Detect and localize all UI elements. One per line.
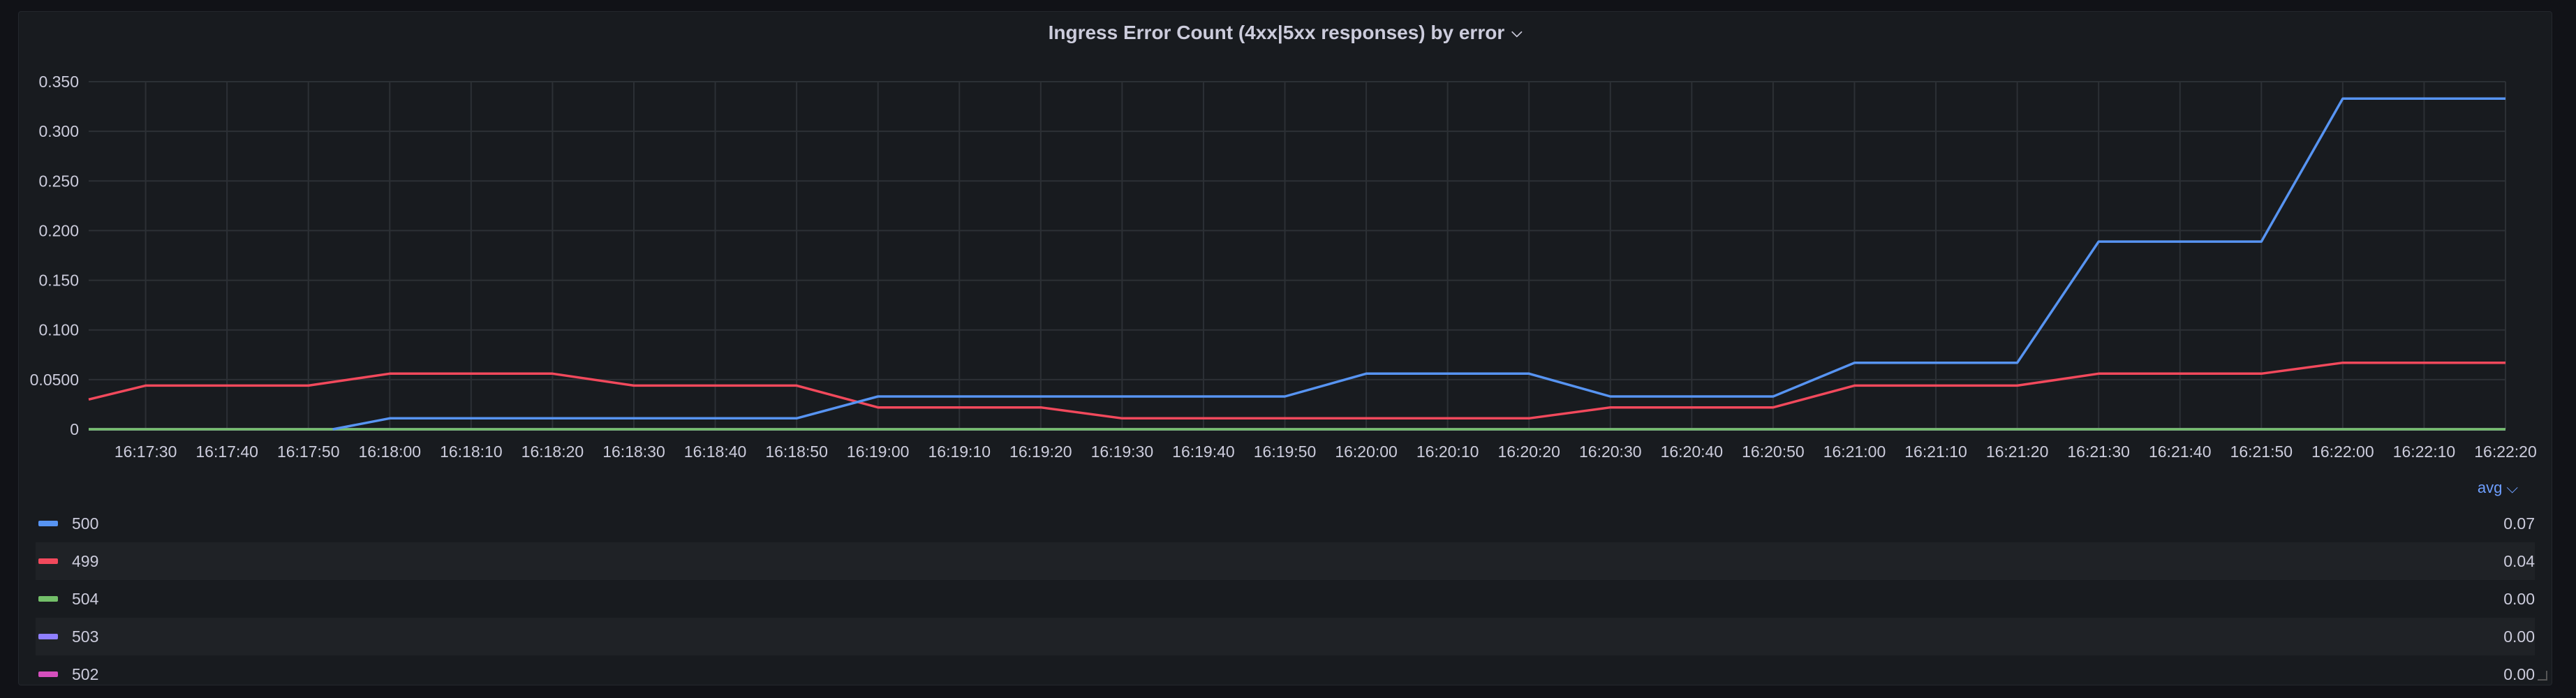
x-tick-label: 16:20:10 (1416, 443, 1479, 461)
x-tick-label: 16:18:40 (684, 443, 747, 461)
panel-resize-handle[interactable] (2538, 671, 2547, 681)
y-tick-label: 0.300 (38, 122, 79, 140)
chevron-down-icon: ⌵ (2506, 479, 2518, 496)
x-tick-label: 16:21:50 (2230, 443, 2293, 461)
legend-series-avg: 0.00 (2503, 589, 2535, 608)
series-color-swatch[interactable] (38, 521, 58, 526)
legend-series-name[interactable]: 502 (72, 665, 98, 684)
x-tick-label: 16:20:20 (1497, 443, 1560, 461)
legend-item[interactable]: 499 0.04 (36, 542, 2535, 580)
x-tick-label: 16:22:20 (2474, 443, 2537, 461)
x-tick-label: 16:19:10 (928, 443, 991, 461)
series-color-swatch[interactable] (38, 558, 58, 564)
series-color-swatch[interactable] (38, 671, 58, 677)
y-tick-label: 0.100 (38, 321, 79, 339)
legend-sort-header[interactable]: avg ⌵ (2478, 475, 2518, 500)
x-tick-label: 16:17:40 (195, 443, 258, 461)
x-tick-label: 16:18:20 (521, 443, 584, 461)
x-tick-label: 16:19:40 (1172, 443, 1235, 461)
x-tick-label: 16:22:10 (2393, 443, 2456, 461)
legend-item[interactable]: 500 0.07 (36, 505, 2535, 542)
x-tick-label: 16:20:50 (1742, 443, 1805, 461)
y-tick-label: 0.0500 (30, 371, 79, 389)
legend-series-name[interactable]: 500 (72, 514, 98, 533)
legend-series-name[interactable]: 504 (72, 590, 98, 609)
y-tick-label: 0.150 (38, 272, 79, 290)
legend-series-name[interactable]: 503 (72, 628, 98, 646)
x-tick-label: 16:21:00 (1823, 443, 1886, 461)
x-tick-label: 16:19:00 (847, 443, 910, 461)
series-line-499 (88, 361, 2505, 420)
x-tick-label: 16:18:30 (602, 443, 665, 461)
legend-item[interactable]: 503 0.00 (36, 618, 2535, 655)
x-tick-label: 16:21:20 (1986, 443, 2049, 461)
x-tick-label: 16:18:00 (359, 443, 422, 461)
legend-series-avg: 0.00 (2503, 664, 2535, 683)
timeseries-panel: Ingress Error Count (4xx|5xx responses) … (18, 11, 2552, 685)
legend-series-avg: 0.04 (2503, 551, 2535, 570)
y-tick-label: 0.250 (38, 172, 79, 190)
legend-series-avg: 0.07 (2503, 514, 2535, 533)
y-tick-label: 0.350 (38, 73, 79, 91)
legend-series-name[interactable]: 499 (72, 552, 98, 571)
legend-item[interactable]: 504 0.00 (36, 580, 2535, 618)
x-tick-label: 16:21:40 (2149, 443, 2212, 461)
x-tick-label: 16:20:40 (1661, 443, 1724, 461)
legend-series-avg: 0.00 (2503, 627, 2535, 646)
x-tick-label: 16:18:50 (765, 443, 828, 461)
x-tick-label: 16:19:20 (1009, 443, 1072, 461)
x-tick-label: 16:20:00 (1335, 443, 1398, 461)
series-color-swatch[interactable] (38, 596, 58, 602)
series-color-swatch[interactable] (38, 634, 58, 639)
x-tick-label: 16:18:10 (440, 443, 503, 461)
x-tick-label: 16:19:50 (1254, 443, 1317, 461)
legend-table: 500 0.07 499 0.04 504 0.00 503 0.00 502 … (36, 505, 2535, 693)
x-tick-label: 16:21:10 (1904, 443, 1967, 461)
x-tick-label: 16:17:30 (114, 443, 177, 461)
x-tick-label: 16:21:30 (2067, 443, 2130, 461)
x-tick-label: 16:17:50 (277, 443, 340, 461)
y-tick-label: 0.200 (38, 221, 79, 239)
line-chart[interactable]: 0 0.0500 0.100 0.150 0.200 0.250 0.300 0.350 16:… (19, 12, 2552, 473)
x-tick-label: 16:19:30 (1091, 443, 1154, 461)
x-tick-label: 16:22:00 (2311, 443, 2374, 461)
y-tick-label: 0 (70, 420, 79, 438)
legend-calc-label: avg (2477, 479, 2503, 496)
legend-item[interactable]: 502 0.00 (36, 655, 2535, 693)
x-tick-label: 16:20:30 (1579, 443, 1642, 461)
